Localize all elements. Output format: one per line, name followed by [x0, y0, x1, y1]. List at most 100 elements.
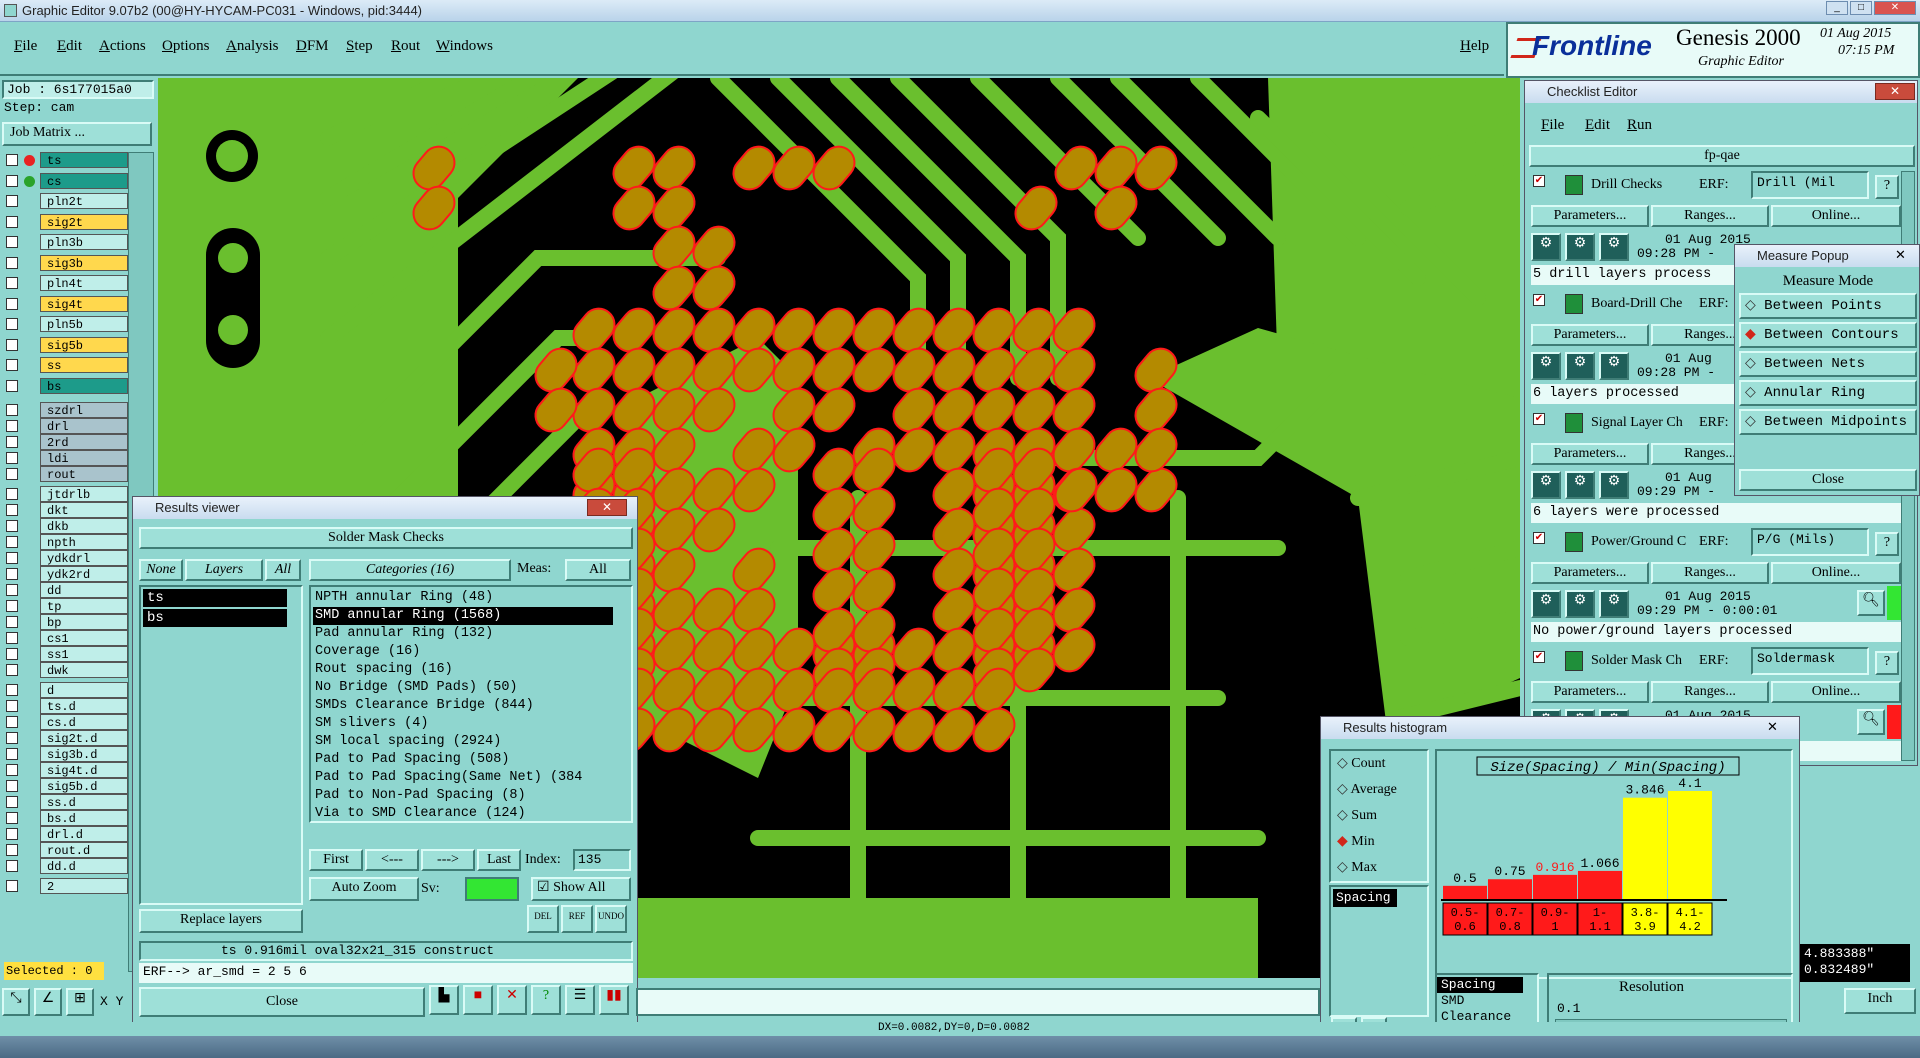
layer-checkbox[interactable]: [6, 684, 18, 696]
layer-row[interactable]: sig5b.d: [6, 778, 128, 795]
layer-checkbox[interactable]: [6, 154, 18, 166]
stop-icon[interactable]: ■: [463, 985, 493, 1015]
layer-row[interactable]: 2rd: [6, 434, 128, 451]
layer-checkbox[interactable]: [6, 297, 18, 310]
layer-name[interactable]: sig5b.d: [40, 778, 128, 794]
measure-mode-option[interactable]: ◇ Annular Ring: [1739, 380, 1917, 406]
layer-row[interactable]: sig4t: [6, 295, 128, 313]
layer-row[interactable]: dwk: [6, 662, 128, 679]
run-icon[interactable]: ⚙: [1565, 590, 1595, 618]
parameters-button[interactable]: Parameters...: [1531, 681, 1649, 703]
ref-icon[interactable]: REF: [561, 905, 593, 933]
layer-name[interactable]: sig3b: [40, 254, 128, 271]
parameters-button[interactable]: Parameters...: [1531, 562, 1649, 584]
aggregate-option[interactable]: ◇ Count: [1337, 755, 1386, 772]
category-list[interactable]: NPTH annular Ring (48) SMD annular Ring (…: [309, 585, 633, 823]
layer-name[interactable]: dkt: [40, 502, 128, 518]
erf-field[interactable]: P/G (Mils): [1751, 528, 1869, 556]
zoom-icon[interactable]: 🔍︎: [1857, 590, 1885, 616]
layer-checkbox[interactable]: [6, 664, 18, 676]
category-item[interactable]: NPTH annular Ring (48): [313, 589, 631, 607]
help-icon[interactable]: ?: [1875, 532, 1899, 556]
layer-row[interactable]: pln5b: [6, 316, 128, 333]
close-icon[interactable]: ✕: [1875, 83, 1915, 100]
field-item[interactable]: Spacing: [1437, 977, 1523, 993]
layer-checkbox[interactable]: [6, 552, 18, 564]
ranges-button[interactable]: Ranges...: [1651, 681, 1769, 703]
run-icon[interactable]: ⚙: [1599, 471, 1629, 499]
histogram-field-list[interactable]: Spacing: [1329, 885, 1429, 1017]
menu-file[interactable]: File: [14, 38, 37, 55]
none-button[interactable]: None: [139, 559, 183, 581]
layer-row[interactable]: sig5b: [6, 336, 128, 354]
run-icon[interactable]: ⚙: [1531, 471, 1561, 499]
layer-row[interactable]: dkb: [6, 518, 128, 535]
layer-name[interactable]: dkb: [40, 518, 128, 534]
layer-name[interactable]: cs1: [40, 630, 128, 646]
histogram-icon[interactable]: ▮▮: [599, 985, 629, 1015]
run-icon[interactable]: ⚙: [1565, 233, 1595, 261]
parameters-button[interactable]: Parameters...: [1531, 443, 1649, 465]
job-matrix-button[interactable]: Job Matrix ...: [2, 122, 152, 146]
layer-row[interactable]: sig2t.d: [6, 730, 128, 747]
checklist-menu-run[interactable]: Run: [1627, 117, 1652, 134]
check-enable-checkbox[interactable]: ✔: [1533, 294, 1545, 306]
layer-name[interactable]: ss1: [40, 646, 128, 662]
layer-row[interactable]: ydkdrl: [6, 550, 128, 567]
menu-edit[interactable]: Edit: [57, 38, 82, 55]
layer-row[interactable]: tp: [6, 598, 128, 615]
layer-checkbox[interactable]: [6, 860, 18, 872]
layer-checkbox[interactable]: [6, 748, 18, 760]
layer-row[interactable]: sig4t.d: [6, 762, 128, 779]
measure-mode-option[interactable]: ◇ Between Points: [1739, 293, 1917, 319]
maximize-icon[interactable]: □: [1850, 1, 1872, 15]
check-enable-checkbox[interactable]: ✔: [1533, 175, 1545, 187]
chart-icon[interactable]: ▙: [429, 985, 459, 1015]
list-icon[interactable]: ☰: [565, 985, 595, 1015]
layer-name[interactable]: dwk: [40, 662, 128, 678]
ranges-button[interactable]: Ranges...: [1651, 562, 1769, 584]
layer-row[interactable]: dd.d: [6, 858, 128, 875]
parameters-button[interactable]: Parameters...: [1531, 205, 1649, 227]
layer-name[interactable]: sig5b: [40, 336, 128, 353]
layer-row[interactable]: ss1: [6, 646, 128, 663]
layer-row[interactable]: cs1: [6, 630, 128, 647]
layer-select-list[interactable]: ts bs: [139, 585, 303, 905]
delete-icon[interactable]: DEL: [527, 905, 559, 933]
measure-mode-option[interactable]: ◆ Between Contours: [1739, 322, 1917, 348]
layer-row[interactable]: bs.d: [6, 810, 128, 827]
all-button[interactable]: All: [265, 559, 301, 581]
categories-button[interactable]: Categories (16): [309, 559, 511, 581]
minimize-icon[interactable]: _: [1826, 1, 1848, 15]
measure-icon[interactable]: ∠: [34, 988, 62, 1016]
layer-name[interactable]: npth: [40, 534, 128, 550]
close-icon[interactable]: ✕: [587, 499, 627, 516]
layer-name[interactable]: 2: [40, 878, 128, 894]
layer-name[interactable]: 2rd: [40, 434, 128, 450]
category-item[interactable]: Rout spacing (16): [313, 661, 631, 679]
layer-name[interactable]: dd.d: [40, 858, 128, 874]
layer-row[interactable]: npth: [6, 534, 128, 551]
layer-name[interactable]: bs.d: [40, 810, 128, 826]
measure-mode-option[interactable]: ◇ Between Nets: [1739, 351, 1917, 377]
layer-name[interactable]: drl.d: [40, 826, 128, 842]
menu-help[interactable]: Help: [1460, 38, 1489, 55]
category-item[interactable]: Pad to Pad Spacing (508): [313, 751, 631, 769]
close-button[interactable]: Close: [139, 987, 425, 1017]
selected-layer[interactable]: ts: [143, 589, 287, 607]
layer-checkbox[interactable]: [6, 504, 18, 516]
first-button[interactable]: First: [309, 849, 363, 871]
layer-checkbox[interactable]: [6, 215, 18, 228]
layer-name[interactable]: cs: [40, 172, 128, 189]
last-button[interactable]: Last: [477, 849, 521, 871]
erf-field[interactable]: Drill (Mil: [1751, 171, 1869, 199]
layer-row[interactable]: bs: [6, 377, 128, 395]
layer-row[interactable]: sig2t: [6, 213, 128, 231]
auto-zoom-dropdown[interactable]: Auto Zoom: [309, 877, 419, 901]
layer-row[interactable]: ydk2rd: [6, 566, 128, 583]
help-icon[interactable]: ?: [1875, 651, 1899, 675]
zoom-icon[interactable]: 🔍︎: [1857, 709, 1885, 735]
show-all-toggle[interactable]: ☑ Show All: [531, 877, 631, 901]
layers-button[interactable]: Layers: [185, 559, 263, 581]
index-input[interactable]: 135: [573, 849, 631, 871]
